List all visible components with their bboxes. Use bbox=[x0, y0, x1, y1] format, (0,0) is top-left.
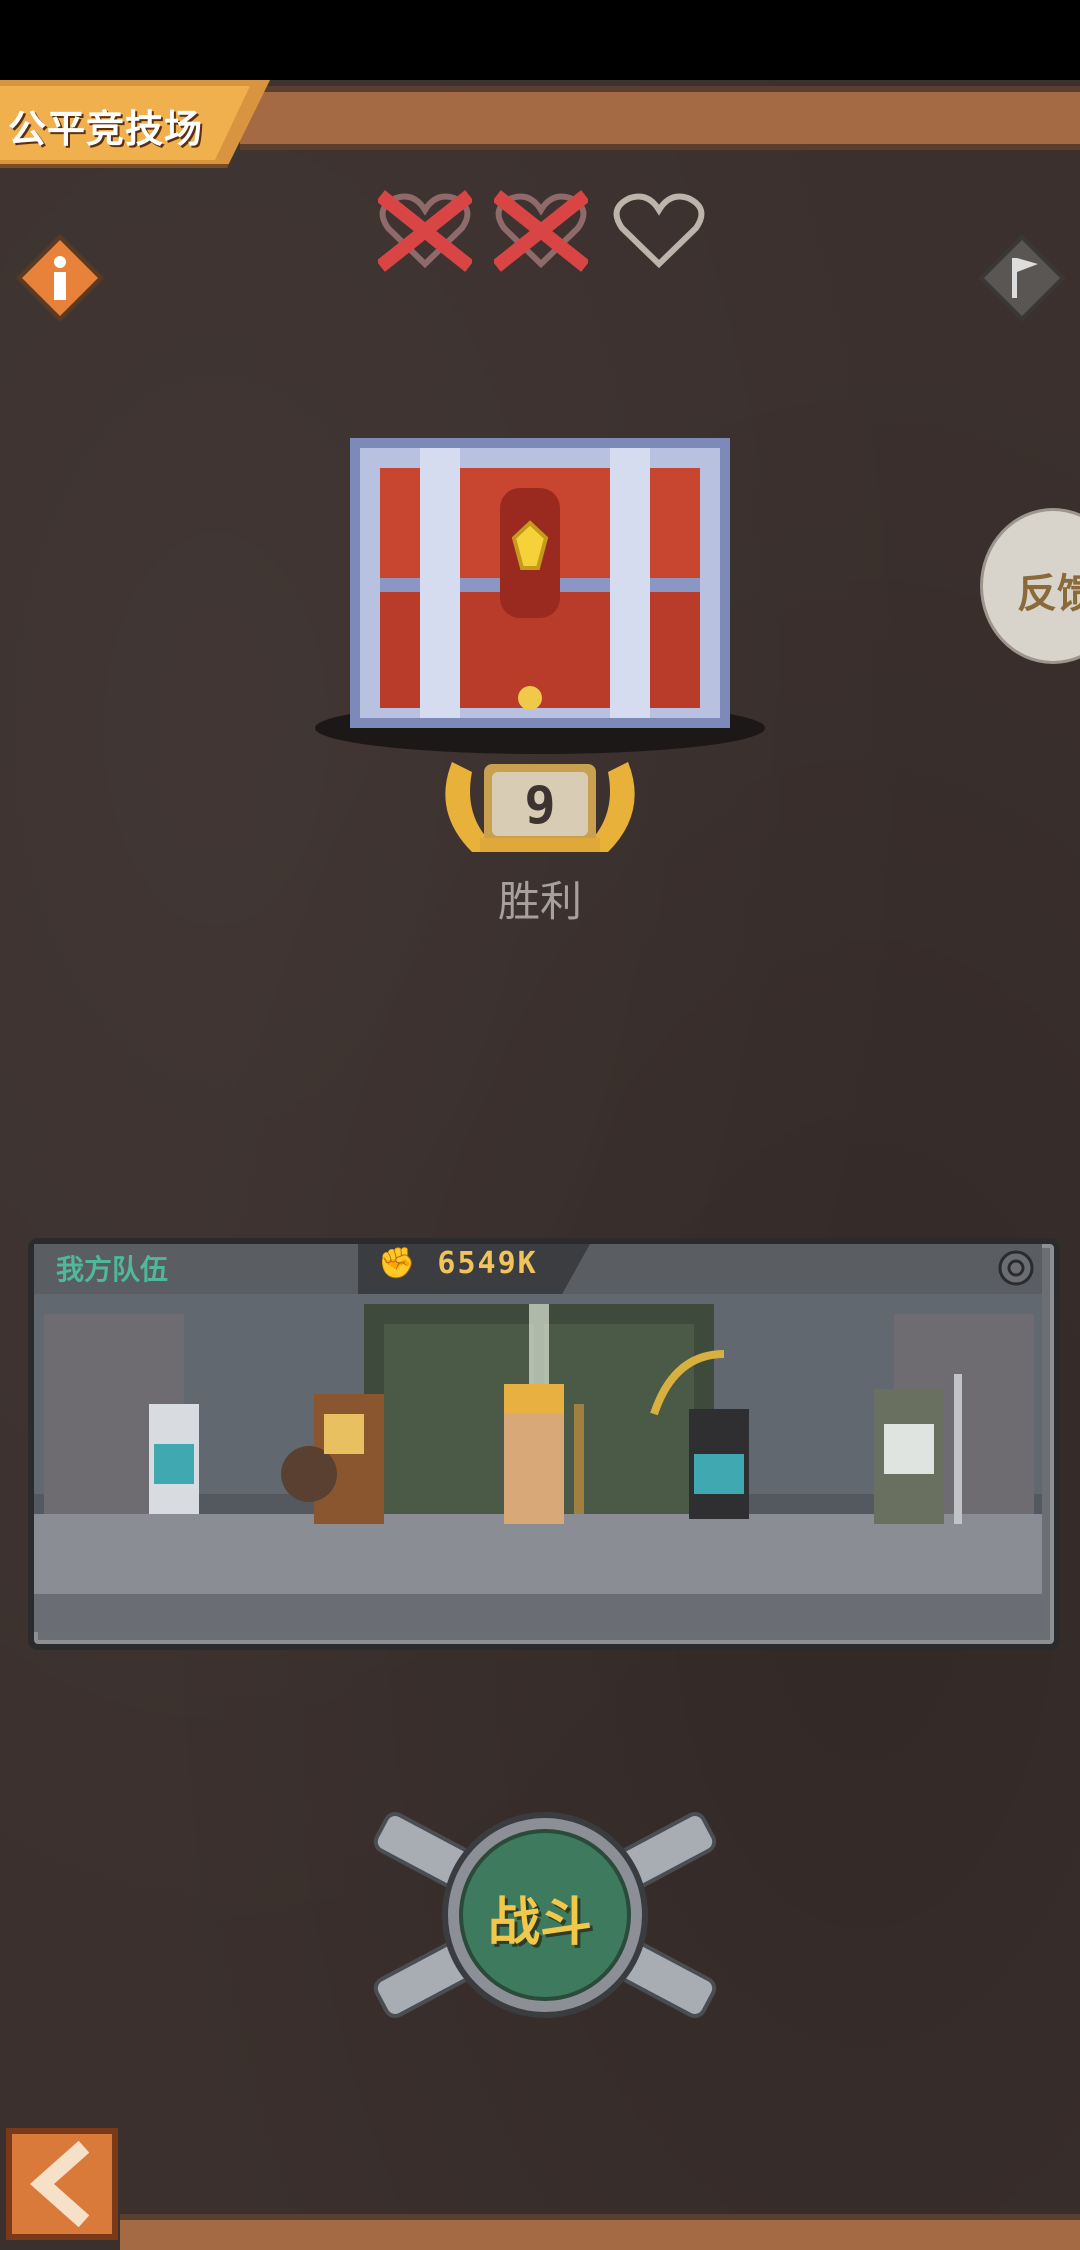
heart-crossed-icon bbox=[492, 188, 590, 272]
heart-crossed-icon bbox=[376, 188, 474, 272]
heart-outline-icon bbox=[612, 188, 706, 272]
wins-count: 9 bbox=[524, 776, 556, 836]
flag-button[interactable] bbox=[976, 232, 1068, 324]
page-title: 公平竞技场 bbox=[8, 107, 204, 151]
team-scene bbox=[34, 1294, 1042, 1632]
header-strip bbox=[240, 86, 1080, 150]
back-button[interactable] bbox=[6, 2128, 118, 2240]
fight-label: 战斗 bbox=[487, 1893, 592, 1953]
info-icon bbox=[16, 234, 104, 322]
team-scene-art bbox=[34, 1294, 1042, 1632]
info-button[interactable] bbox=[14, 232, 106, 324]
treasure-chest-icon[interactable] bbox=[310, 428, 770, 758]
wins-label: 胜利 bbox=[497, 877, 582, 926]
team-power-value: 6549K bbox=[437, 1246, 538, 1281]
settings-icon[interactable] bbox=[996, 1248, 1036, 1288]
team-label: 我方队伍 bbox=[56, 1253, 169, 1286]
team-power: ✊ 6549K bbox=[378, 1246, 538, 1281]
fist-icon: ✊ bbox=[378, 1246, 418, 1281]
bottom-strip bbox=[120, 2214, 1080, 2250]
flag-icon bbox=[978, 234, 1066, 322]
hero-1 bbox=[149, 1404, 199, 1514]
feedback-label: 反馈 bbox=[1017, 571, 1080, 617]
status-bar bbox=[0, 0, 1080, 80]
chevron-left-icon bbox=[29, 2140, 90, 2228]
